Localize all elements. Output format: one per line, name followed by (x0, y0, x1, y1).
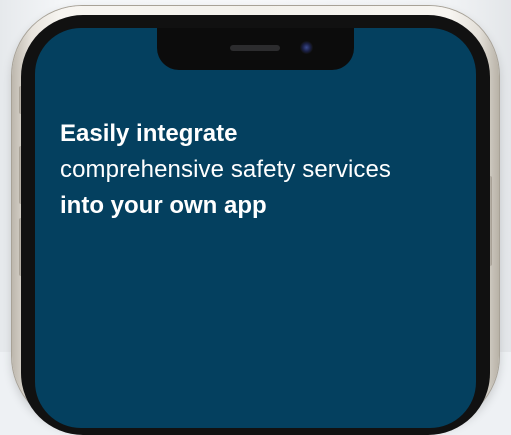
headline: Easily integrate comprehensive safety se… (60, 116, 480, 224)
phone-screen (35, 28, 476, 428)
headline-line-1: Easily integrate (60, 120, 238, 147)
headline-line-2: comprehensive safety services (60, 156, 392, 183)
front-camera-icon (300, 41, 313, 54)
headline-line-3: into your own app (60, 192, 267, 219)
notch (157, 28, 354, 70)
speaker-grille-icon (230, 45, 280, 51)
